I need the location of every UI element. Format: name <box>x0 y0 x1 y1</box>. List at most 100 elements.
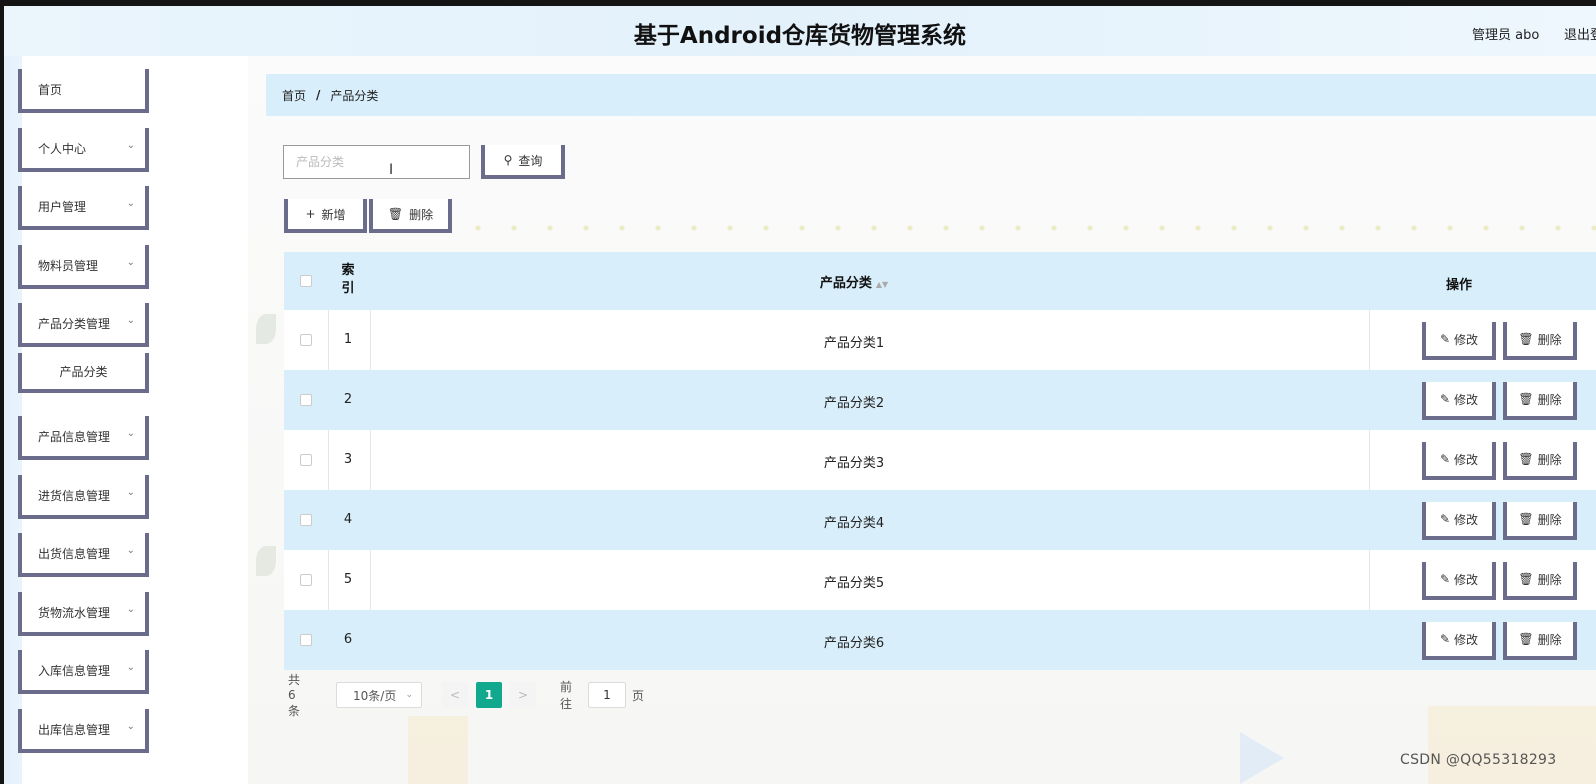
table-row: 6 产品分类6 ✎ 修改 🗑 删除 <box>284 610 1596 670</box>
batch-delete-button-label: 删除 <box>409 207 434 222</box>
prev-page-button[interactable]: < <box>442 682 468 708</box>
trash-icon: 🗑 <box>1518 332 1534 346</box>
search-input[interactable] <box>283 145 470 179</box>
row-index: 3 <box>343 452 353 467</box>
add-button-label: 新增 <box>321 207 346 222</box>
sidebar-item-category-mgmt[interactable]: 产品分类管理 ⌄ <box>18 303 149 347</box>
row-index: 1 <box>343 332 353 347</box>
sidebar-item-product-info[interactable]: 产品信息管理 ⌄ <box>18 416 149 460</box>
row-checkbox[interactable] <box>300 514 312 526</box>
background-decoration <box>408 716 468 784</box>
edit-button-label: 修改 <box>1454 632 1479 647</box>
row-category: 产品分类3 <box>823 456 885 471</box>
delete-button[interactable]: 🗑 删除 <box>1503 622 1577 660</box>
chevron-down-icon: ⌄ <box>126 487 135 498</box>
delete-button-label: 删除 <box>1537 512 1562 527</box>
sidebar-item-shipment-info[interactable]: 出货信息管理 ⌄ <box>18 533 149 577</box>
sidebar: 首页 个人中心 ⌄ 用户管理 ⌄ 物料员管理 ⌄ 产品分类管理 ⌄ 产品分类 产… <box>4 56 248 784</box>
trash-icon: 🗑 <box>387 207 404 221</box>
edit-icon: ✎ <box>1439 512 1451 526</box>
sidebar-item-label: 货物流水管理 <box>38 605 111 620</box>
delete-button-label: 删除 <box>1537 572 1562 587</box>
sidebar-item-inbound-info[interactable]: 入库信息管理 ⌄ <box>18 650 149 694</box>
delete-button[interactable]: 🗑 删除 <box>1503 382 1577 420</box>
background-decoration <box>256 314 276 344</box>
sidebar-item-label: 进货信息管理 <box>38 488 111 503</box>
search-button-label: 查询 <box>518 153 543 168</box>
sidebar-item-profile[interactable]: 个人中心 ⌄ <box>18 128 149 172</box>
total-count: 共 6 条 <box>288 673 300 718</box>
delete-button[interactable]: 🗑 删除 <box>1503 502 1577 540</box>
delete-button[interactable]: 🗑 删除 <box>1503 442 1577 480</box>
page-size-select[interactable]: 10条/页 ⌄ <box>336 682 422 708</box>
chevron-down-icon: ⌄ <box>126 545 135 556</box>
app-title: 基于Android仓库货物管理系统 <box>633 23 967 49</box>
edit-button[interactable]: ✎ 修改 <box>1422 502 1496 540</box>
breadcrumb-home[interactable]: 首页 <box>282 87 306 104</box>
trash-icon: 🗑 <box>1518 512 1534 526</box>
sidebar-item-users[interactable]: 用户管理 ⌄ <box>18 186 149 230</box>
watermark: CSDN @QQ55318293 <box>1400 752 1557 768</box>
sidebar-item-label: 用户管理 <box>38 199 87 214</box>
edit-button[interactable]: ✎ 修改 <box>1422 382 1496 420</box>
add-button[interactable]: + 新增 <box>284 199 367 233</box>
edit-button[interactable]: ✎ 修改 <box>1422 322 1496 360</box>
delete-button[interactable]: 🗑 删除 <box>1503 562 1577 600</box>
sidebar-item-outbound-info[interactable]: 出库信息管理 ⌄ <box>18 709 149 753</box>
breadcrumb: 首页 / 产品分类 <box>266 74 1596 116</box>
edit-button[interactable]: ✎ 修改 <box>1422 442 1496 480</box>
sidebar-item-material-staff[interactable]: 物料员管理 ⌄ <box>18 245 149 289</box>
delete-button-label: 删除 <box>1537 452 1562 467</box>
table-row: 4 产品分类4 ✎ 修改 🗑 删除 <box>284 490 1596 550</box>
row-checkbox[interactable] <box>300 394 312 406</box>
chevron-up-icon: ⌄ <box>126 315 135 326</box>
edit-button-label: 修改 <box>1454 452 1479 467</box>
row-checkbox[interactable] <box>300 634 312 646</box>
batch-delete-button[interactable]: 🗑 删除 <box>369 199 452 233</box>
row-index: 4 <box>343 512 353 527</box>
logout-link[interactable]: 退出登 <box>1564 24 1596 43</box>
trash-icon: 🗑 <box>1518 392 1534 406</box>
sidebar-item-label: 物料员管理 <box>38 258 99 273</box>
edit-button[interactable]: ✎ 修改 <box>1422 562 1496 600</box>
sidebar-item-purchase-info[interactable]: 进货信息管理 ⌄ <box>18 475 149 519</box>
row-index: 6 <box>343 632 353 647</box>
column-divider <box>1369 310 1370 370</box>
sidebar-item-label: 个人中心 <box>38 141 87 156</box>
table-row: 1 产品分类1 ✎ 修改 🗑 删除 <box>284 310 1596 370</box>
sidebar-item-home[interactable]: 首页 <box>18 69 149 113</box>
delete-button-label: 删除 <box>1537 632 1562 647</box>
edit-button-label: 修改 <box>1454 332 1479 347</box>
row-category: 产品分类5 <box>823 576 885 591</box>
sort-icon[interactable]: ▲▼ <box>876 280 888 289</box>
column-header-index: 索 引 <box>341 263 355 296</box>
select-all-checkbox[interactable] <box>300 275 312 287</box>
goto-page-input[interactable]: 1 <box>588 682 626 708</box>
search-button[interactable]: ⚲ 查询 <box>481 145 565 179</box>
chevron-down-icon: ⌄ <box>126 428 135 439</box>
sidebar-item-goods-flow[interactable]: 货物流水管理 ⌄ <box>18 592 149 636</box>
edit-button[interactable]: ✎ 修改 <box>1422 622 1496 660</box>
chevron-down-icon: ⌄ <box>126 721 135 732</box>
page-size-value: 10条/页 <box>353 688 397 703</box>
row-checkbox[interactable] <box>300 454 312 466</box>
edit-icon: ✎ <box>1439 392 1451 406</box>
sidebar-subitem-category[interactable]: 产品分类 <box>18 353 149 393</box>
background-decoration <box>256 546 276 576</box>
dotted-divider <box>460 224 1596 232</box>
page-number-current[interactable]: 1 <box>476 682 502 708</box>
row-checkbox[interactable] <box>300 574 312 586</box>
sidebar-item-label: 出库信息管理 <box>38 722 111 737</box>
sidebar-item-label: 产品分类管理 <box>38 316 111 331</box>
trash-icon: 🗑 <box>1518 452 1534 466</box>
row-checkbox[interactable] <box>300 334 312 346</box>
next-page-button[interactable]: > <box>510 682 536 708</box>
row-category: 产品分类4 <box>823 516 885 531</box>
edit-button-label: 修改 <box>1454 572 1479 587</box>
trash-icon: 🗑 <box>1518 572 1534 586</box>
column-header-category[interactable]: 产品分类 ▲▼ <box>384 272 1324 291</box>
delete-button[interactable]: 🗑 删除 <box>1503 322 1577 360</box>
table-row: 2 产品分类2 ✎ 修改 🗑 删除 <box>284 370 1596 430</box>
row-category: 产品分类1 <box>823 336 885 351</box>
chevron-down-icon: ⌄ <box>126 662 135 673</box>
